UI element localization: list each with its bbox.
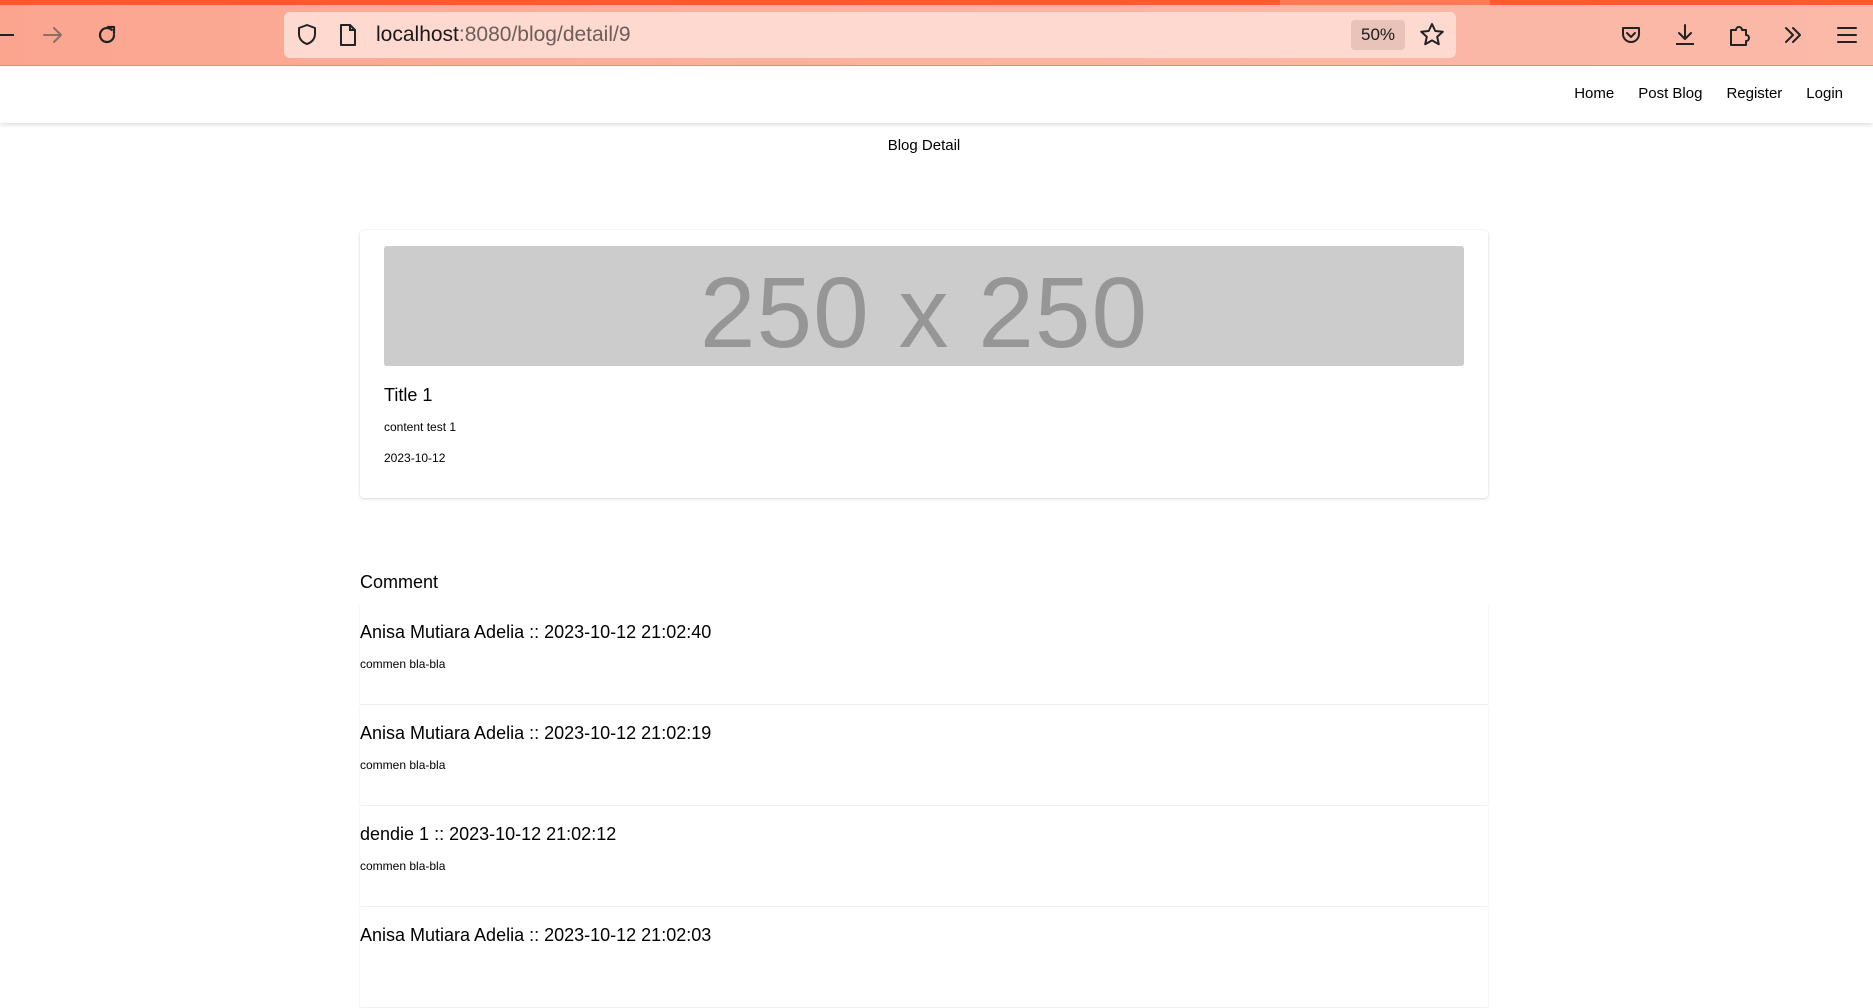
pocket-button[interactable] [1614, 18, 1648, 52]
nav-link-home[interactable]: Home [1562, 85, 1626, 102]
back-button[interactable] [0, 18, 24, 52]
tab-strip-highlight [1280, 0, 1490, 5]
shield-icon[interactable] [294, 22, 320, 53]
zoom-level-button[interactable]: 50% [1351, 20, 1405, 50]
hamburger-menu-icon [1837, 27, 1857, 43]
app-menu-button[interactable] [1830, 18, 1864, 52]
blog-title: Title 1 [384, 385, 433, 405]
comment-body: commen bla-bla [360, 758, 446, 772]
nav-link-register[interactable]: Register [1714, 85, 1794, 102]
tab-strip-edge [0, 0, 1873, 5]
comment-item: Anisa Mutiara Adelia :: 2023-10-12 21:02… [360, 907, 1488, 1007]
comment-item: Anisa Mutiara Adelia :: 2023-10-12 21:02… [360, 604, 1488, 704]
placeholder-text: 250 x 250 [699, 257, 1149, 366]
blog-card: 250 x 250 Title 1 content test 1 2023-10… [360, 230, 1488, 498]
address-bar[interactable]: localhost:8080/blog/detail/9 50% [284, 12, 1456, 58]
comment-header: Anisa Mutiara Adelia :: 2023-10-12 21:02… [360, 925, 712, 945]
forward-arrow-icon [43, 27, 62, 43]
comment-section-heading: Comment [360, 572, 439, 592]
bookmark-star-icon[interactable] [1418, 21, 1446, 54]
comment-list: Anisa Mutiara Adelia :: 2023-10-12 21:02… [360, 604, 1488, 1008]
nav-link-post-blog[interactable]: Post Blog [1626, 85, 1714, 102]
page-info-icon[interactable] [336, 22, 360, 53]
blog-image-placeholder: 250 x 250 [384, 246, 1464, 366]
url-host: localhost [376, 23, 459, 46]
comment-header: Anisa Mutiara Adelia :: 2023-10-12 21:02… [360, 622, 712, 642]
downloads-button[interactable] [1668, 18, 1702, 52]
pocket-icon [1622, 27, 1640, 43]
overflow-menu-button[interactable] [1776, 18, 1810, 52]
blog-content: content test 1 [384, 420, 457, 434]
comment-header: Anisa Mutiara Adelia :: 2023-10-12 21:02… [360, 723, 712, 743]
page-title: Blog Detail [887, 137, 961, 154]
nav-links: Home Post Blog Register Login [1562, 85, 1855, 102]
url-path: :8080/blog/detail/9 [458, 23, 631, 46]
browser-toolbar: localhost:8080/blog/detail/9 50% [0, 0, 1873, 66]
nav-link-login[interactable]: Login [1794, 85, 1855, 102]
back-arrow-icon [0, 34, 14, 36]
comment-header: dendie 1 :: 2023-10-12 21:02:12 [360, 824, 617, 844]
comment-body: commen bla-bla [360, 657, 446, 671]
extensions-button[interactable] [1722, 18, 1756, 52]
reload-button[interactable] [90, 18, 124, 52]
site-navbar: Home Post Blog Register Login [0, 67, 1873, 123]
chevron-double-right-icon [1785, 27, 1801, 43]
comment-item: Anisa Mutiara Adelia :: 2023-10-12 21:02… [360, 705, 1488, 805]
url-text[interactable]: localhost:8080/blog/detail/9 [376, 23, 631, 47]
puzzle-icon [1730, 26, 1750, 46]
comment-body: commen bla-bla [360, 859, 446, 873]
blog-date: 2023-10-12 [384, 451, 446, 465]
comment-item: dendie 1 :: 2023-10-12 21:02:12 commen b… [360, 806, 1488, 906]
reload-icon [98, 25, 116, 44]
download-icon [1676, 24, 1694, 45]
forward-button[interactable] [36, 18, 70, 52]
